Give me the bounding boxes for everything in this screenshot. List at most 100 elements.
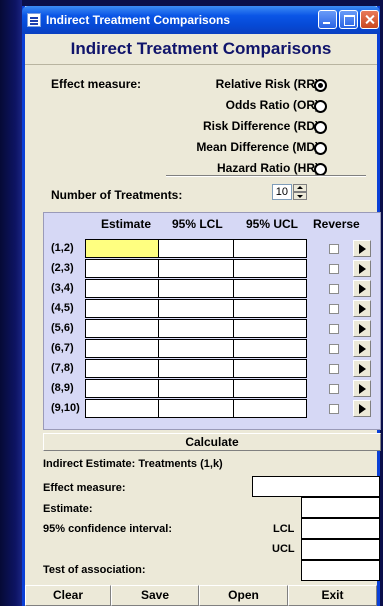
reverse-checkbox[interactable] [329,324,339,334]
reverse-checkbox[interactable] [329,284,339,294]
play-arrow-icon[interactable] [353,400,371,417]
radio-label: Mean Difference (MD) [196,140,319,154]
calculate-button[interactable]: Calculate [43,433,381,451]
reverse-checkbox[interactable] [329,344,339,354]
ucl-input[interactable] [233,319,307,338]
lcl-input[interactable] [158,259,234,278]
radio-relative-risk[interactable]: Relative Risk (RR) [216,77,319,91]
window-title: Indirect Treatment Comparisons [46,13,231,27]
maximize-icon[interactable] [339,10,358,29]
lcl-label: LCL [273,523,295,535]
radio-hazard-ratio[interactable]: Hazard Ratio (HR) [217,161,319,175]
spin-up-icon[interactable] [293,184,307,192]
number-of-treatments-label: Number of Treatments: [51,188,183,202]
reverse-checkbox[interactable] [329,384,339,394]
play-arrow-icon[interactable] [353,340,371,357]
app-window: Indirect Treatment Comparisons Indirect … [22,6,381,606]
lcl-input[interactable] [158,319,234,338]
estimate-input[interactable] [85,379,159,398]
results-heading: Indirect Estimate: Treatments (1,k) [43,458,223,470]
estimate-input[interactable] [85,279,159,298]
reverse-checkbox[interactable] [329,404,339,414]
row-label: (3,4) [51,282,74,294]
reverse-checkbox[interactable] [329,244,339,254]
play-arrow-icon[interactable] [353,280,371,297]
radio-label: Risk Difference (RD) [202,119,319,133]
play-arrow-icon[interactable] [353,360,371,377]
estimate-input[interactable] [85,319,159,338]
ucl-input[interactable] [233,239,307,258]
radio-relative-risk-button[interactable] [314,79,327,92]
lcl-input[interactable] [158,379,234,398]
play-arrow-icon[interactable] [353,300,371,317]
radio-label: Hazard Ratio (HR) [216,161,319,175]
row-label: (9,10) [51,402,80,414]
ucl-input[interactable] [233,259,307,278]
ucl-input[interactable] [233,359,307,378]
test-of-association-label: Test of association: [43,564,146,576]
test-of-association-output [301,560,380,581]
reverse-checkbox[interactable] [329,364,339,374]
page-title: Indirect Treatment Comparisons [25,34,377,65]
lcl-input[interactable] [158,399,234,418]
estimate-input[interactable] [85,399,159,418]
radio-mean-difference[interactable]: Mean Difference (MD) [196,140,319,154]
desktop-background [0,0,22,606]
app-icon [27,13,41,27]
row-label: (6,7) [51,342,74,354]
effect-measure-output [252,476,380,497]
spin-down-icon[interactable] [293,192,307,200]
ucl-input[interactable] [233,299,307,318]
title-bar[interactable]: Indirect Treatment Comparisons [22,6,380,34]
play-arrow-icon[interactable] [353,240,371,257]
lcl-output [301,518,380,539]
radio-risk-difference[interactable]: Risk Difference (RD) [203,119,319,133]
open-button[interactable]: Open [199,585,288,606]
play-arrow-icon[interactable] [353,320,371,337]
row-label: (7,8) [51,362,74,374]
estimate-input[interactable] [85,359,159,378]
radio-odds-ratio-button[interactable] [314,100,327,113]
lcl-input[interactable] [158,239,234,258]
play-arrow-icon[interactable] [353,380,371,397]
effect-measure-label: Effect measure: [51,77,142,91]
ci-label: 95% confidence interval: [43,523,172,535]
clear-button[interactable]: Clear [25,585,111,606]
radio-risk-difference-button[interactable] [314,121,327,134]
row-label: (4,5) [51,302,74,314]
lcl-input[interactable] [158,339,234,358]
minimize-icon[interactable] [318,10,337,29]
number-of-treatments-input[interactable]: 10 [272,184,292,200]
estimate-input[interactable] [85,339,159,358]
row-label: (8,9) [51,382,74,394]
ucl-label: UCL [272,543,295,555]
radio-label: Relative Risk (RR) [215,77,319,91]
lcl-input[interactable] [158,359,234,378]
row-label: (1,2) [51,242,74,254]
radio-mean-difference-button[interactable] [314,142,327,155]
lcl-input[interactable] [158,279,234,298]
estimate-input[interactable] [85,299,159,318]
column-header-ucl: 95% UCL [246,217,299,231]
ucl-input[interactable] [233,279,307,298]
estimate-input[interactable] [85,259,159,278]
estimate-input[interactable] [85,239,159,258]
lcl-input[interactable] [158,299,234,318]
row-label: (2,3) [51,262,74,274]
ucl-input[interactable] [233,379,307,398]
effect-measure-result-label: Effect measure: [43,482,126,494]
save-button[interactable]: Save [111,585,199,606]
ucl-output [301,539,380,560]
close-icon[interactable] [360,10,379,29]
ucl-input[interactable] [233,339,307,358]
reverse-checkbox[interactable] [329,304,339,314]
reverse-checkbox[interactable] [329,264,339,274]
column-header-estimate: Estimate [101,217,152,231]
exit-button[interactable]: Exit [288,585,377,606]
column-header-lcl: 95% LCL [172,217,223,231]
ucl-input[interactable] [233,399,307,418]
radio-odds-ratio[interactable]: Odds Ratio (OR) [226,98,319,112]
estimate-output [301,497,380,518]
play-arrow-icon[interactable] [353,260,371,277]
column-header-reverse: Reverse [313,217,360,231]
